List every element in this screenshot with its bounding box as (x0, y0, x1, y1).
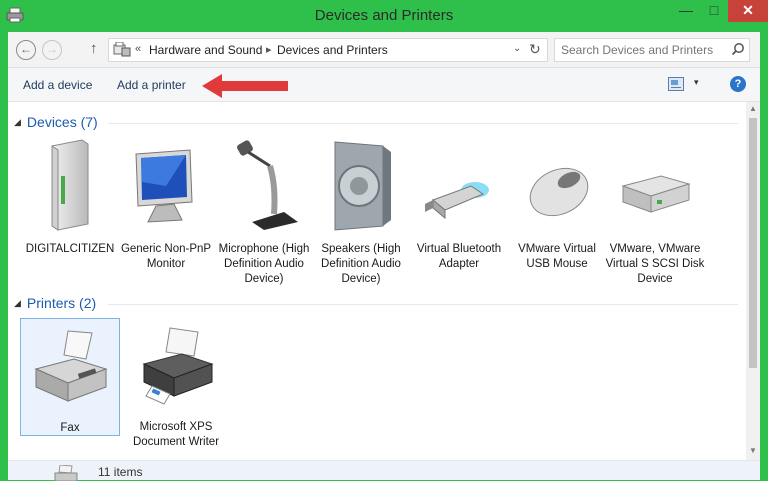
scroll-up-icon[interactable]: ▲ (749, 104, 757, 113)
device-item[interactable]: DIGITALCITIZEN (20, 136, 120, 257)
add-device-button[interactable]: Add a device (23, 78, 92, 92)
breadcrumb[interactable]: « Hardware and Sound ▸ Devices and Print… (108, 38, 548, 62)
printer-icon (142, 327, 214, 405)
group-divider (108, 304, 738, 305)
device-item[interactable]: Virtual Bluetooth Adapter (409, 136, 509, 272)
printers-group-header[interactable]: ◢ Printers (2) (14, 295, 96, 311)
printer-status-icon (54, 465, 78, 481)
printer-label: Microsoft XPS Document Writer (132, 421, 220, 448)
devices-group-header[interactable]: ◢ Devices (7) (14, 114, 98, 130)
collapse-triangle-icon[interactable]: ◢ (14, 117, 21, 127)
view-options-dropdown-icon[interactable]: ▾ (694, 77, 699, 88)
device-item[interactable]: VMware, VMware Virtual S SCSI Disk Devic… (605, 136, 705, 287)
bluetooth-adapter-icon (425, 182, 489, 220)
minimize-button[interactable]: — (672, 0, 700, 22)
up-button[interactable]: ↑ (90, 40, 98, 57)
disk-drive-icon (621, 175, 691, 213)
device-item[interactable]: Speakers (High Definition Audio Device) (311, 136, 411, 287)
search-box[interactable] (554, 38, 750, 62)
breadcrumb-hardware-and-sound[interactable]: Hardware and Sound (149, 43, 262, 57)
printer-item[interactable]: Fax (20, 318, 120, 436)
forward-button[interactable]: → (42, 40, 62, 60)
fax-icon (34, 330, 108, 402)
help-button[interactable]: ? (730, 76, 746, 92)
command-bar: Add a device Add a printer ▾ ? (8, 68, 760, 102)
printer-label: Fax (60, 422, 80, 434)
refresh-button[interactable]: ↻ (529, 41, 541, 58)
status-bar: 11 items (8, 460, 760, 481)
control-panel-icon (113, 42, 131, 57)
explorer-content: ← → ↑ « Hardware and Sound ▸ Devices and… (8, 32, 760, 481)
devices-and-printers-window: Devices and Printers — □ ✕ ← → ↑ « Hardw… (0, 0, 768, 481)
address-bar: ← → ↑ « Hardware and Sound ▸ Devices and… (8, 32, 760, 68)
device-item[interactable]: Generic Non-PnP Monitor (116, 136, 216, 272)
breadcrumb-separator-icon[interactable]: ▸ (266, 43, 272, 56)
printer-item[interactable]: Microsoft XPS Document Writer (126, 324, 226, 450)
group-divider (108, 123, 738, 124)
title-bar[interactable]: Devices and Printers — □ ✕ (0, 0, 768, 32)
vertical-scrollbar[interactable]: ▲ ▼ (746, 102, 760, 460)
annotation-arrow-icon (202, 74, 288, 98)
scrollbar-thumb[interactable] (749, 118, 757, 368)
device-item[interactable]: VMware Virtual USB Mouse (507, 136, 607, 272)
back-button[interactable]: ← (16, 40, 36, 60)
maximize-button[interactable]: □ (700, 0, 728, 22)
address-history-dropdown-icon[interactable]: ⌄ (513, 43, 521, 54)
device-item[interactable]: Microphone (High Definition Audio Device… (214, 136, 314, 287)
device-label: Microphone (High Definition Audio Device… (218, 243, 310, 285)
printers-group-label: Printers (2) (26, 295, 97, 311)
device-label: DIGITALCITIZEN (25, 243, 115, 255)
search-input[interactable] (561, 42, 725, 58)
window-title: Devices and Printers (314, 7, 454, 24)
close-button[interactable]: ✕ (728, 0, 768, 22)
search-icon[interactable] (731, 42, 745, 56)
mouse-icon (529, 167, 589, 217)
breadcrumb-overflow-icon[interactable]: « (135, 43, 141, 55)
device-list: ◢ Devices (7) DIGITALCITIZEN Generic Non… (8, 102, 760, 460)
monitor-icon (135, 149, 193, 223)
device-label: VMware Virtual USB Mouse (518, 243, 596, 270)
speaker-icon (334, 141, 391, 231)
scroll-down-icon[interactable]: ▼ (749, 446, 757, 455)
devices-group-label: Devices (7) (26, 114, 98, 130)
device-label: Virtual Bluetooth Adapter (416, 243, 502, 270)
breadcrumb-devices-and-printers[interactable]: Devices and Printers (277, 43, 388, 57)
device-label: Generic Non-PnP Monitor (120, 243, 212, 270)
device-label: VMware, VMware Virtual S SCSI Disk Devic… (605, 243, 705, 285)
item-count: 11 items (98, 465, 143, 479)
microphone-icon (237, 140, 298, 230)
device-label: Speakers (High Definition Audio Device) (321, 243, 401, 285)
add-printer-button[interactable]: Add a printer (117, 78, 186, 92)
collapse-triangle-icon[interactable]: ◢ (14, 298, 21, 308)
change-view-icon[interactable] (668, 77, 684, 91)
computer-tower-icon (51, 139, 89, 231)
